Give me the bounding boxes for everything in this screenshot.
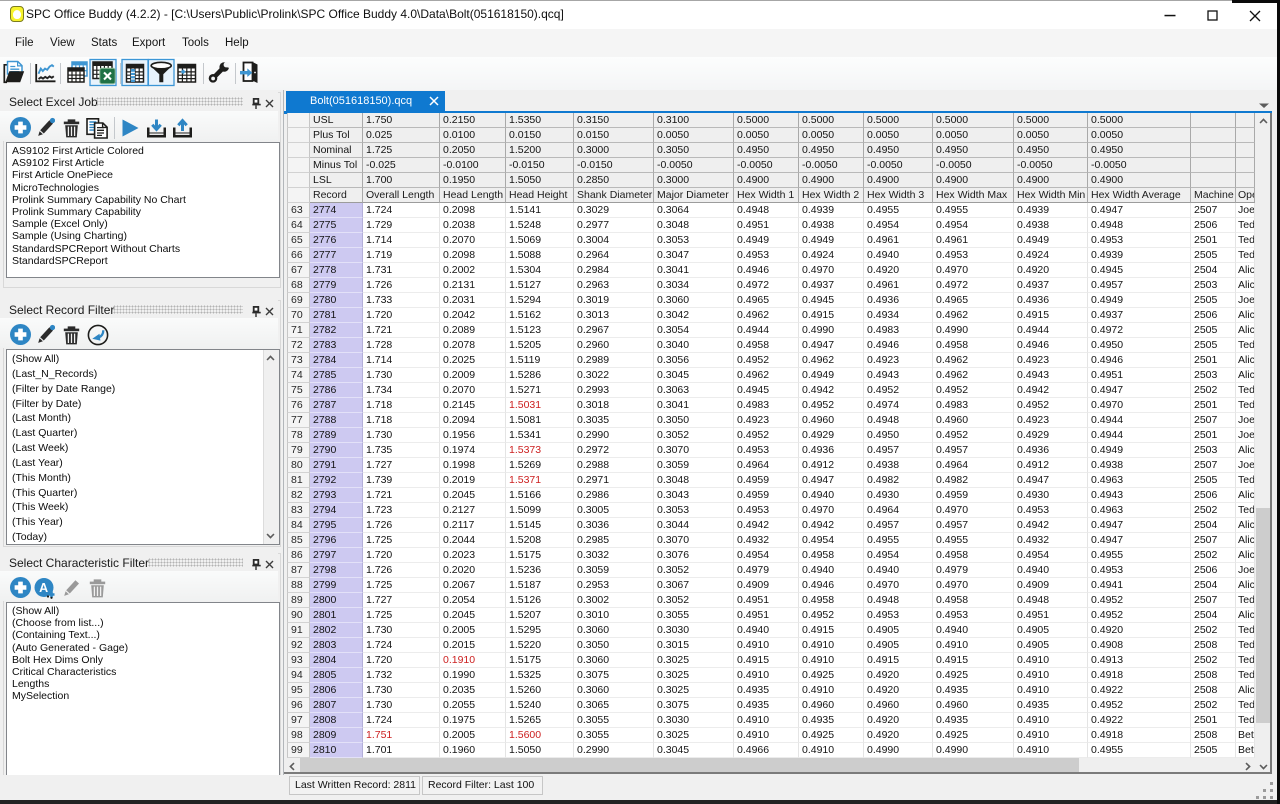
svg-text:A: A xyxy=(39,581,48,595)
